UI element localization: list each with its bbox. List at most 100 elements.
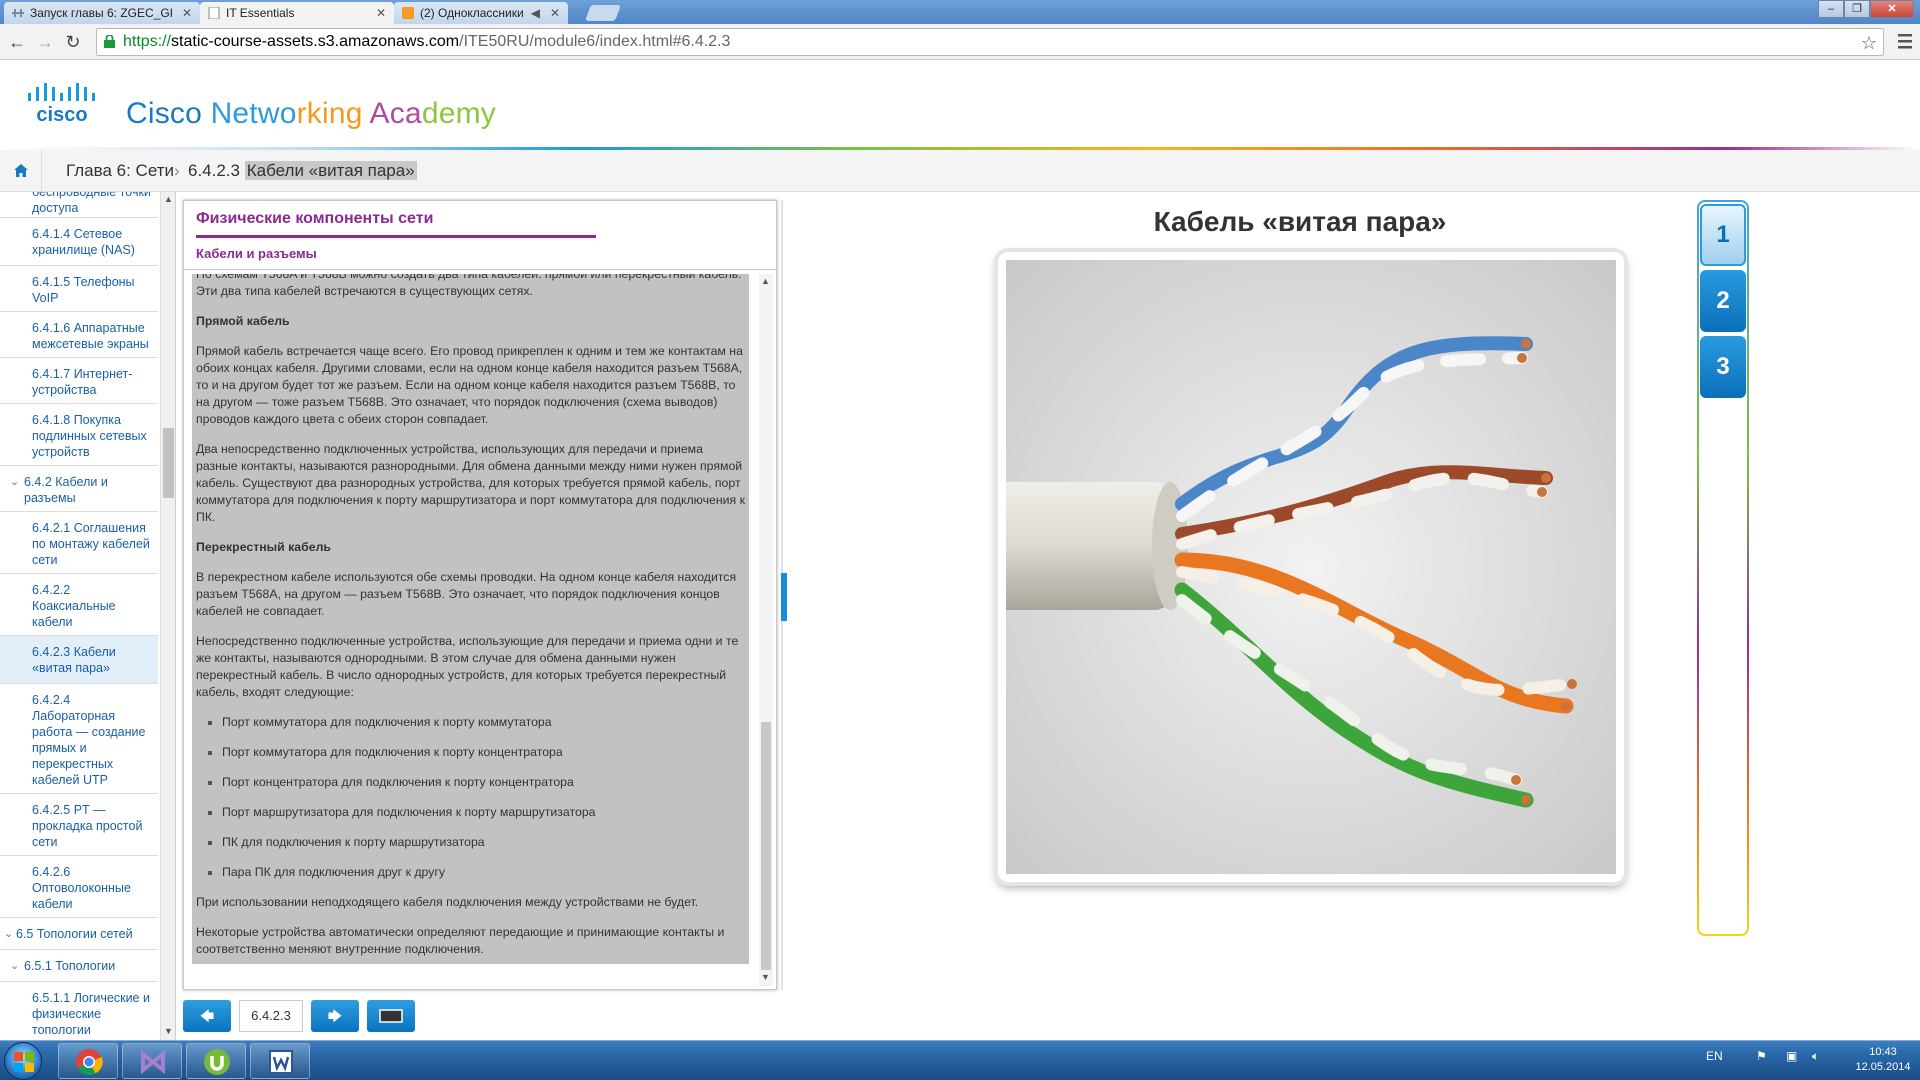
clock-date: 12.05.2014 bbox=[1855, 1061, 1911, 1073]
left-arrow-icon: 🡄 bbox=[199, 1008, 215, 1024]
paragraph: По схемам T568A и T568B можно создать дв… bbox=[196, 274, 742, 298]
language-indicator[interactable]: EN bbox=[1706, 1049, 1723, 1063]
utorrent-icon bbox=[204, 1049, 230, 1075]
action-center-flag-icon[interactable]: ⚑ bbox=[1756, 1049, 1767, 1063]
sidebar-item-section[interactable]: ⌄ 6.4.2 Кабели и разъемы bbox=[0, 466, 158, 512]
home-button[interactable] bbox=[0, 150, 42, 192]
panel-title: Физические компоненты сети bbox=[196, 210, 434, 227]
tab-audio-icon: ◀ bbox=[530, 6, 540, 20]
paragraph: Непосредственно подключенные устройства,… bbox=[196, 634, 739, 699]
sidebar-item-label: 6.4.2 Кабели и разъемы bbox=[24, 475, 108, 505]
sidebar-item[interactable]: 6.4.1.4 Сетевое хранилище (NAS) bbox=[0, 220, 158, 266]
content-scrollbar[interactable]: ▲ ▼ bbox=[759, 274, 773, 986]
tab-close-icon[interactable]: ✕ bbox=[182, 2, 192, 24]
home-icon bbox=[14, 164, 28, 177]
brand-part: rking bbox=[296, 97, 370, 130]
bookmark-star-icon[interactable]: ☆ bbox=[1861, 30, 1877, 56]
toggle-view-button[interactable] bbox=[367, 1000, 415, 1032]
sidebar-item-label: 6.5 Топологии сетей bbox=[16, 927, 133, 941]
step-button-3[interactable]: 3 bbox=[1700, 336, 1746, 398]
forward-arrow-icon[interactable]: → bbox=[34, 31, 56, 53]
taskbar-chrome-button[interactable] bbox=[58, 1043, 118, 1079]
sidebar-scroll-thumb[interactable] bbox=[163, 428, 174, 498]
sidebar-item-label: 6.4.1.4 Сетевое хранилище (NAS) bbox=[32, 227, 135, 257]
tab-close-icon[interactable]: ✕ bbox=[376, 2, 386, 24]
sidebar-item-section[interactable]: ⌄ 6.5 Топологии сетей bbox=[0, 918, 158, 950]
screen-icon bbox=[379, 1009, 403, 1023]
taskbar-utorrent-button[interactable] bbox=[186, 1043, 246, 1079]
sidebar-item-label: беспроводные точки доступа bbox=[32, 192, 151, 215]
reload-icon[interactable]: ↻ bbox=[62, 31, 84, 53]
browser-menu-icon[interactable] bbox=[1898, 32, 1912, 50]
sidebar-item-label: 6.4.1.5 Телефоны VoIP bbox=[32, 275, 135, 305]
paragraph: Некоторые устройства автоматически опред… bbox=[196, 925, 725, 956]
sidebar-item[interactable]: беспроводные точки доступа bbox=[0, 192, 158, 218]
scroll-up-icon[interactable]: ▲ bbox=[164, 194, 173, 204]
network-icon[interactable]: ▣ bbox=[1786, 1049, 1797, 1063]
scroll-down-icon[interactable]: ▼ bbox=[164, 1026, 173, 1036]
start-button[interactable] bbox=[4, 1042, 42, 1080]
step-button-1[interactable]: 1 bbox=[1700, 204, 1746, 266]
chevron-down-icon: ⌄ bbox=[4, 928, 14, 940]
paragraph: Два непосредственно подключенных устройс… bbox=[196, 442, 745, 524]
heading-crossover: Перекрестный кабель bbox=[196, 540, 331, 554]
step-button-2[interactable]: 2 bbox=[1700, 270, 1746, 332]
back-arrow-icon[interactable]: ← bbox=[6, 31, 28, 53]
tab-title: IT Essentials bbox=[226, 6, 295, 20]
word-icon bbox=[269, 1050, 293, 1074]
sidebar-item[interactable]: 6.4.2.5 PT — прокладка простой сети bbox=[0, 794, 158, 856]
new-tab-button[interactable] bbox=[585, 5, 621, 21]
lock-icon bbox=[104, 35, 115, 48]
sidebar-item[interactable]: 6.4.1.8 Покупка подлинных сетевых устрой… bbox=[0, 404, 158, 466]
sidebar-item-label: 6.4.1.6 Аппаратные межсетевые экраны bbox=[32, 321, 149, 351]
windows-logo-icon bbox=[14, 1052, 34, 1072]
prev-page-button[interactable]: 🡄 bbox=[183, 1000, 231, 1032]
breadcrumb-chapter[interactable]: Глава 6: Сети bbox=[66, 161, 174, 181]
panel-divider bbox=[184, 269, 776, 270]
sidebar-item-current[interactable]: 6.4.2.3 Кабели «витая пара» bbox=[0, 636, 158, 684]
volume-icon[interactable]: 🔈︎ bbox=[1812, 1049, 1819, 1064]
network-favicon-icon bbox=[12, 9, 24, 17]
brand-part: Netwo bbox=[210, 97, 297, 130]
sidebar-item[interactable]: 6.5.1.1 Логические и физические топологи… bbox=[0, 982, 158, 1040]
sidebar-item[interactable]: 6.4.2.4 Лабораторная работа — создание п… bbox=[0, 684, 158, 794]
browser-tab-active[interactable]: IT Essentials ✕ bbox=[200, 2, 394, 24]
page-number: 6.4.2.3 bbox=[239, 1000, 303, 1032]
restore-button[interactable]: ❐ bbox=[1844, 0, 1870, 18]
sidebar-item[interactable]: 6.4.2.6 Оптоволоконные кабели bbox=[0, 856, 158, 918]
next-page-button[interactable]: 🡆 bbox=[311, 1000, 359, 1032]
panel-resize-handle[interactable] bbox=[781, 573, 787, 621]
browser-tab-3[interactable]: (2) Одноклассники ◀ ✕ bbox=[394, 2, 568, 24]
sidebar-item-label: 6.4.2.2 Коаксиальные кабели bbox=[32, 583, 116, 629]
taskbar-word-button[interactable] bbox=[250, 1043, 310, 1079]
browser-tab-strip: Запуск главы 6: ZGEC_GI ✕ IT Essentials … bbox=[0, 0, 1920, 24]
sidebar-item[interactable]: 6.4.2.1 Соглашения по монтажу кабелей се… bbox=[0, 512, 158, 574]
sidebar-item-section[interactable]: ⌄ 6.5.1 Топологии bbox=[0, 950, 158, 982]
tab-close-icon[interactable]: ✕ bbox=[550, 2, 560, 24]
sidebar-item[interactable]: 6.4.1.7 Интернет-устройства bbox=[0, 358, 158, 404]
close-window-button[interactable]: ✕ bbox=[1870, 0, 1914, 18]
paragraph: В перекрестном кабеле используются обе с… bbox=[196, 570, 737, 618]
sidebar-item[interactable]: 6.4.1.6 Аппаратные межсетевые экраны bbox=[0, 312, 158, 358]
paragraph: Прямой кабель встречается чаще всего. Ег… bbox=[196, 344, 743, 426]
system-clock[interactable]: 10:43 12.05.2014 bbox=[1848, 1045, 1918, 1075]
minimize-button[interactable]: – bbox=[1818, 0, 1844, 18]
scroll-down-icon[interactable]: ▼ bbox=[761, 972, 770, 982]
site-header: cisco Cisco Networking Academy bbox=[0, 61, 1920, 147]
sidebar-scrollbar[interactable]: ▲ ▼ bbox=[160, 192, 175, 1040]
browser-tab-1[interactable]: Запуск главы 6: ZGEC_GI ✕ bbox=[4, 2, 200, 24]
chrome-icon bbox=[76, 1049, 103, 1076]
scroll-up-icon[interactable]: ▲ bbox=[761, 276, 770, 286]
sidebar-item-label: 6.4.2.5 PT — прокладка простой сети bbox=[32, 803, 143, 849]
breadcrumb: Глава 6: Сети › 6.4.2.3 Кабели «витая па… bbox=[0, 150, 1920, 192]
list-item: Пара ПК для подключения друг к другу bbox=[196, 864, 745, 881]
sidebar-item[interactable]: 6.4.1.5 Телефоны VoIP bbox=[0, 266, 158, 312]
address-bar[interactable]: https://static-course-assets.s3.amazonaw… bbox=[96, 28, 1884, 56]
content-scroll-thumb[interactable] bbox=[761, 722, 771, 970]
sidebar-item[interactable]: 6.4.2.2 Коаксиальные кабели bbox=[0, 574, 158, 636]
cisco-logo[interactable]: cisco bbox=[24, 81, 104, 127]
taskbar-visualstudio-button[interactable] bbox=[122, 1043, 182, 1079]
content-panel: Физические компоненты сети Кабели и разъ… bbox=[183, 200, 777, 990]
list-item: Порт коммутатора для подключения к порту… bbox=[196, 744, 745, 761]
visual-studio-icon bbox=[141, 1049, 165, 1075]
